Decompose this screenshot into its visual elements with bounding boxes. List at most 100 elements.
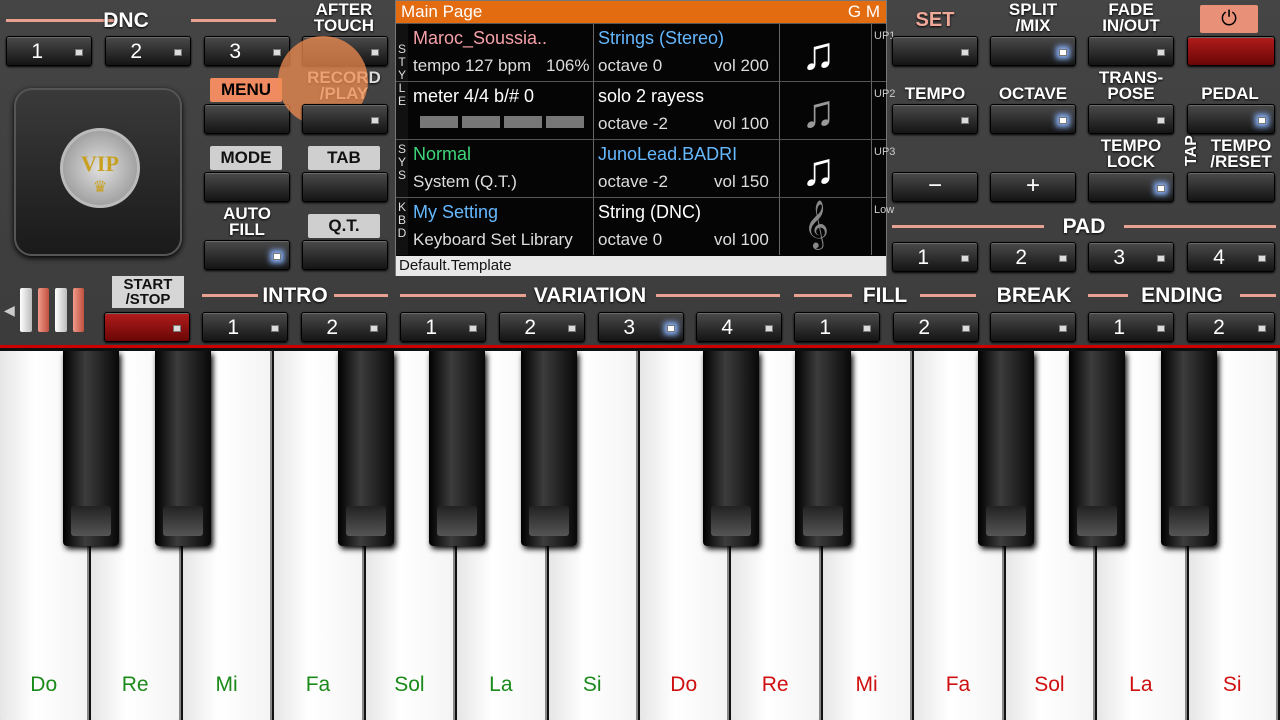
set-label: SET [915,9,955,31]
set-button[interactable] [892,36,978,66]
lcd-row-style[interactable]: Maroc_Soussia.. tempo 127 bpm 106% Strin… [396,23,895,81]
note-label: La [489,673,513,696]
piano-keyboard: Do Re Mi Fa Sol La Si Do Re Mi Fa Sol La Si [0,345,1280,720]
variation-button-1[interactable]: 1 [400,312,486,342]
pad-button-1[interactable]: 1 [892,242,978,272]
fade-button[interactable] [1088,36,1174,66]
plus-button[interactable]: + [990,172,1076,202]
minus-button[interactable]: − [892,172,978,202]
fill-button-2[interactable]: 2 [893,312,979,342]
vip-pad[interactable]: VIP ♛ [14,88,182,256]
black-key[interactable] [63,351,120,546]
break-group: BREAK [990,284,1078,307]
note-label: Si [582,673,602,696]
after-touch-label: AFTER TOUCH [313,0,375,35]
mode-label: MODE [210,146,282,170]
tap-label: TAP [1183,135,1200,166]
mixer-icon[interactable]: ◀ [4,284,88,336]
note-label: Mi [855,673,878,696]
auto-fill-label: AUTO FILL [223,204,271,239]
ending-label: ENDING [1141,284,1223,307]
note-label: La [1129,673,1153,696]
menu-label: MENU [210,78,282,102]
intro-label: INTRO [262,284,328,307]
dnc-group: DNC [6,9,286,32]
ending-button-1[interactable]: 1 [1088,312,1174,342]
tab-button[interactable] [302,172,388,202]
fill-group: FILL [794,284,976,307]
variation-button-3[interactable]: 3 [598,312,684,342]
black-key[interactable] [1069,351,1126,546]
split-mix-button[interactable] [990,36,1076,66]
mode-button[interactable] [204,172,290,202]
pedal-label: PEDAL [1201,84,1259,103]
lcd-display: Main Page G M S T Y L E S Y S K B D Maro… [395,0,895,276]
pad-button-2[interactable]: 2 [990,242,1076,272]
auto-fill-button[interactable] [204,240,290,270]
intro-group: INTRO [202,284,388,307]
beat-indicator [420,116,584,128]
music-note-icon: ♫ [801,27,836,79]
start-stop-label: START /STOP [112,276,184,308]
octave-label: OCTAVE [998,84,1068,103]
note-label: Fa [305,673,331,696]
fill-button-1[interactable]: 1 [794,312,880,342]
octave-button[interactable] [990,104,1076,134]
black-key[interactable] [154,351,211,546]
intro-button-1[interactable]: 1 [202,312,288,342]
record-play-button[interactable] [302,104,388,134]
note-label: Sol [1034,673,1065,696]
break-button[interactable] [990,312,1076,342]
note-label: Fa [945,673,971,696]
black-key[interactable] [520,351,577,546]
pad-button-3[interactable]: 3 [1088,242,1174,272]
vip-badge: VIP ♛ [60,128,140,208]
vip-text: VIP [81,151,119,176]
fade-label: FADE IN/OUT [1102,0,1160,35]
pad-button-4[interactable]: 4 [1187,242,1275,272]
black-key[interactable] [337,351,394,546]
variation-button-4[interactable]: 4 [696,312,782,342]
qt-button[interactable] [302,240,388,270]
transpose-button[interactable] [1088,104,1174,134]
fill-label: FILL [862,284,908,307]
lcd-row-meter[interactable]: meter 4/4 b/# 0 solo 2 rayess octave -2 … [396,81,895,139]
pad-group: PAD [892,215,1276,238]
menu-button[interactable] [204,104,290,134]
ending-button-2[interactable]: 2 [1187,312,1275,342]
organ-app: DNC 1 2 3 AFTER TOUCH MENU RECORD /PLAY … [0,0,1280,720]
tap-tempo-button[interactable] [1187,172,1275,202]
pedal-button[interactable] [1187,104,1275,134]
violin-icon: 𝄞 [804,200,829,247]
template-name: Default.Template [396,256,886,276]
black-key[interactable] [703,351,760,546]
lcd-title: Main Page [401,2,483,21]
power-button[interactable] [1187,36,1275,66]
black-key[interactable] [794,351,851,546]
variation-label: VARIATION [533,284,647,307]
break-label: BREAK [996,284,1072,307]
tempo-button[interactable] [892,104,978,134]
tempo-lock-button[interactable] [1088,172,1174,202]
dnc-label: DNC [103,9,149,32]
black-key[interactable] [1160,351,1217,546]
crown-icon: ♛ [92,179,108,196]
tempo-lock-label: TEMPO LOCK [1100,136,1162,171]
gm-label: G M [847,2,880,21]
ending-group: ENDING [1088,284,1276,307]
note-label: Si [1222,673,1242,696]
lcd-row-system[interactable]: Normal System (Q.T.) JunoLead.BADRI octa… [396,139,895,197]
pad-label: PAD [1062,215,1106,238]
note-label: Do [670,673,698,696]
variation-button-2[interactable]: 2 [499,312,585,342]
black-key[interactable] [429,351,486,546]
lcd-row-keyboard[interactable]: My Setting Keyboard Set Library String (… [396,197,894,255]
dnc-button-2[interactable]: 2 [105,36,191,66]
note-label: Do [30,673,58,696]
music-note-icon: ♫ [801,85,836,137]
dnc-button-1[interactable]: 1 [6,36,92,66]
dnc-button-3[interactable]: 3 [204,36,290,66]
start-stop-button[interactable] [104,312,190,342]
intro-button-2[interactable]: 2 [301,312,387,342]
black-key[interactable] [977,351,1034,546]
